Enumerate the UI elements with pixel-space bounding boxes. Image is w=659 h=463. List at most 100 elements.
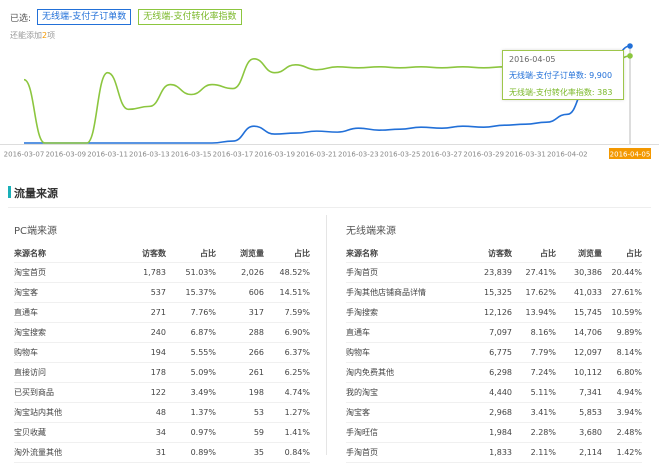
table-row: 淘外流量其他 31 0.89% 35 0.84% xyxy=(14,443,310,463)
series-point-0[interactable] xyxy=(627,43,633,49)
table-row: 直接访问 178 5.09% 261 6.25% xyxy=(14,363,310,383)
cell-pageviews: 59 xyxy=(253,428,264,437)
cell-pageview-share: 6.25% xyxy=(284,368,310,377)
pc-sources-table: 来源名称 访客数 占比 浏览量 占比 淘宝首页 1,783 51.03% 2,026 4… xyxy=(14,244,310,463)
x-tick-label: 2016-03-23 xyxy=(338,151,379,159)
x-tick-label: 2016-03-15 xyxy=(171,151,212,159)
cell-visitors: 194 xyxy=(150,348,166,357)
table-row: 淘宝搜索 240 6.87% 288 6.90% xyxy=(14,323,310,343)
cell-source: 手淘首页 xyxy=(346,268,378,277)
cell-pageviews: 3,680 xyxy=(579,428,602,437)
cell-source: 淘宝站内其他 xyxy=(14,408,62,417)
cell-visitor-share: 5.55% xyxy=(190,348,216,357)
cell-pageviews: 35 xyxy=(253,448,264,457)
column-divider xyxy=(326,215,327,455)
cell-visitors: 271 xyxy=(150,308,166,317)
cell-visitors: 12,126 xyxy=(484,308,512,317)
cell-visitors: 34 xyxy=(155,428,166,437)
cell-visitor-share: 5.11% xyxy=(530,388,556,397)
tooltip-orders-value: 9,900 xyxy=(589,71,613,80)
mobile-sources-title: 无线端来源 xyxy=(346,226,396,237)
chart-tooltip: 2016-04-05 无线端-支付子订单数: 9,900 无线端-支付转化率指数… xyxy=(502,50,624,100)
table-row: 手淘其他店铺商品详情 15,325 17.62% 41,033 27.61% xyxy=(346,283,642,303)
cell-pageviews: 5,853 xyxy=(579,408,602,417)
cell-visitors: 6,775 xyxy=(489,348,512,357)
col-header-pageviews: 浏览量 xyxy=(578,248,602,258)
cell-visitor-share: 27.41% xyxy=(525,268,556,277)
table-row: 淘宝首页 1,783 51.03% 2,026 48.52% xyxy=(14,263,310,283)
cell-visitor-share: 8.16% xyxy=(530,328,556,337)
cell-pageview-share: 1.41% xyxy=(284,428,310,437)
pc-sources-title: PC端来源 xyxy=(14,226,58,237)
table-row: 购物车 6,775 7.79% 12,097 8.14% xyxy=(346,343,642,363)
table-row: 淘宝站内其他 48 1.37% 53 1.27% xyxy=(14,403,310,423)
col-header-pageviews: 浏览量 xyxy=(240,248,264,258)
cell-source: 淘内免费其他 xyxy=(346,368,394,377)
table-row: 宝贝收藏 34 0.97% 59 1.41% xyxy=(14,423,310,443)
cell-visitor-share: 1.37% xyxy=(190,408,216,417)
x-tick-label: 2016-04-02 xyxy=(547,151,588,159)
col-header-visitor-share: 占比 xyxy=(200,248,216,258)
cell-source: 购物车 xyxy=(346,348,370,357)
cell-visitors: 23,839 xyxy=(484,268,512,277)
cell-pageviews: 266 xyxy=(248,348,264,357)
cell-pageviews: 2,114 xyxy=(579,448,602,457)
series-point-1[interactable] xyxy=(627,53,633,59)
cell-pageviews: 10,112 xyxy=(574,368,602,377)
cell-source: 手淘搜索 xyxy=(346,308,378,317)
section-divider xyxy=(8,207,651,208)
table-row: 购物车 194 5.55% 266 6.37% xyxy=(14,343,310,363)
col-header-source: 来源名称 xyxy=(346,248,378,258)
metric-tag-orders[interactable]: 无线端-支付子订单数 xyxy=(37,9,132,25)
col-header-pageview-share: 占比 xyxy=(294,248,310,258)
cell-pageview-share: 6.37% xyxy=(284,348,310,357)
x-tick-label: 2016-03-13 xyxy=(129,151,170,159)
cell-pageviews: 2,026 xyxy=(241,268,264,277)
cell-source: 淘宝客 xyxy=(14,288,38,297)
selected-metrics: 已选: 无线端-支付子订单数 无线端-支付转化率指数 xyxy=(10,8,249,26)
selected-label: 已选: xyxy=(10,13,32,24)
col-header-visitors: 访客数 xyxy=(488,248,512,258)
x-tick-label: 2016-03-11 xyxy=(87,151,128,159)
cell-pageviews: 12,097 xyxy=(574,348,602,357)
x-tick-label: 2016-03-17 xyxy=(213,151,254,159)
cell-visitors: 31 xyxy=(155,448,166,457)
cell-visitors: 1,984 xyxy=(489,428,512,437)
cell-pageview-share: 1.27% xyxy=(284,408,310,417)
table-row: 手淘旺信 1,984 2.28% 3,680 2.48% xyxy=(346,423,642,443)
tooltip-conversion: 无线端-支付转化率指数: 383 xyxy=(509,87,617,98)
x-tick-label: 2016-03-19 xyxy=(254,151,295,159)
cell-pageview-share: 4.74% xyxy=(284,388,310,397)
cell-source: 淘宝客 xyxy=(346,408,370,417)
cell-pageviews: 53 xyxy=(253,408,264,417)
cell-pageview-share: 3.94% xyxy=(616,408,642,417)
cell-visitors: 6,298 xyxy=(489,368,512,377)
cell-source: 淘外流量其他 xyxy=(14,448,62,457)
cell-visitors: 4,440 xyxy=(489,388,512,397)
hint-suffix: 项 xyxy=(47,31,56,40)
x-tick-label: 2016-03-31 xyxy=(505,151,546,159)
cell-pageview-share: 6.90% xyxy=(284,328,310,337)
cell-visitors: 240 xyxy=(150,328,166,337)
table-row: 淘宝客 537 15.37% 606 14.51% xyxy=(14,283,310,303)
cell-pageviews: 15,745 xyxy=(574,308,602,317)
tooltip-date: 2016-04-05 xyxy=(509,55,556,64)
cell-source: 宝贝收藏 xyxy=(14,428,46,437)
table-header-row: 来源名称 访客数 占比 浏览量 占比 xyxy=(346,244,642,263)
x-tick-label: 2016-03-21 xyxy=(296,151,337,159)
cell-pageview-share: 1.42% xyxy=(616,448,642,457)
cell-pageview-share: 27.61% xyxy=(611,288,642,297)
cell-pageview-share: 4.94% xyxy=(616,388,642,397)
hint-prefix: 还能添加 xyxy=(10,31,42,40)
x-tick-label: 2016-03-29 xyxy=(463,151,504,159)
table-row: 手淘搜索 12,126 13.94% 15,745 10.59% xyxy=(346,303,642,323)
cell-source: 手淘首页 xyxy=(346,448,378,457)
cell-visitor-share: 2.11% xyxy=(530,448,556,457)
tooltip-orders-label: 无线端-支付子订单数: xyxy=(509,71,587,80)
cell-pageview-share: 8.14% xyxy=(616,348,642,357)
cell-visitors: 7,097 xyxy=(489,328,512,337)
metric-tag-conversion[interactable]: 无线端-支付转化率指数 xyxy=(138,9,242,25)
cell-pageviews: 7,341 xyxy=(579,388,602,397)
cell-visitor-share: 6.87% xyxy=(190,328,216,337)
cell-visitors: 537 xyxy=(150,288,166,297)
